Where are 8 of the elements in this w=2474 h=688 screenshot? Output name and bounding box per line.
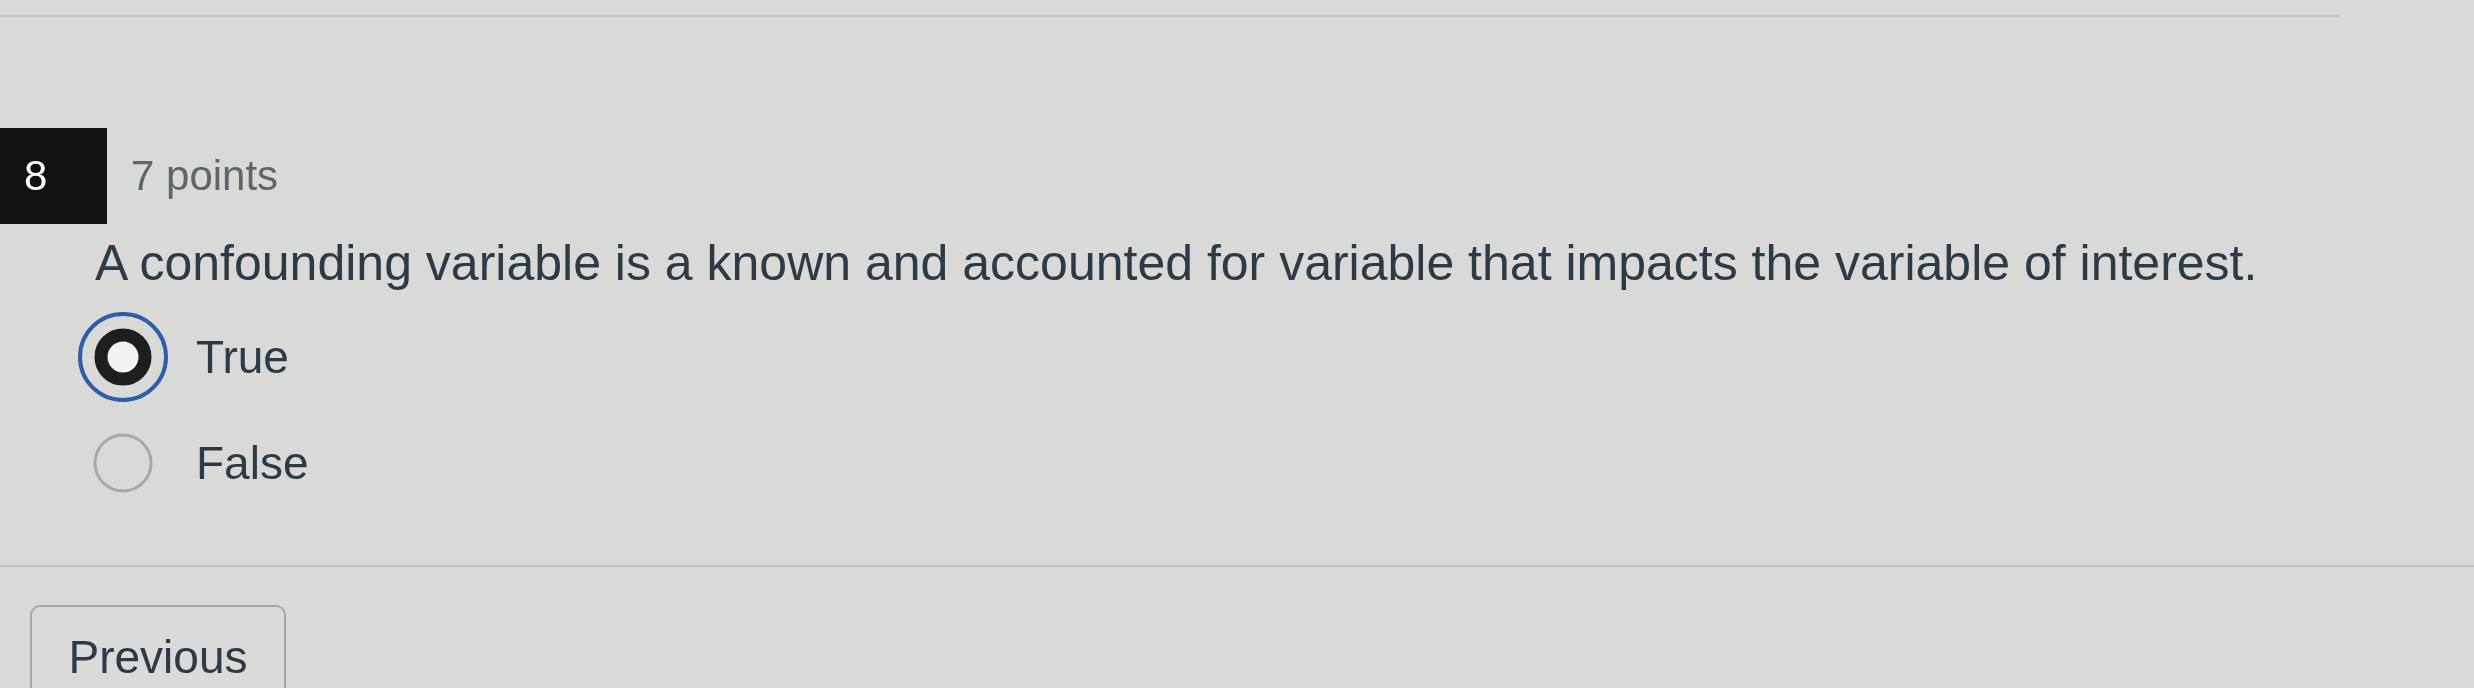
previous-button[interactable]: Previous — [30, 605, 286, 688]
radio-button[interactable] — [93, 433, 153, 493]
option-label[interactable]: True — [196, 334, 289, 380]
question-text: A confounding variable is a known and accounted for variable that impacts the variable of interest. — [95, 234, 2258, 293]
radio-button[interactable] — [78, 312, 168, 402]
points-label: 7 points — [131, 155, 279, 197]
question-number: 8 — [0, 128, 107, 224]
option-label[interactable]: False — [196, 440, 309, 486]
